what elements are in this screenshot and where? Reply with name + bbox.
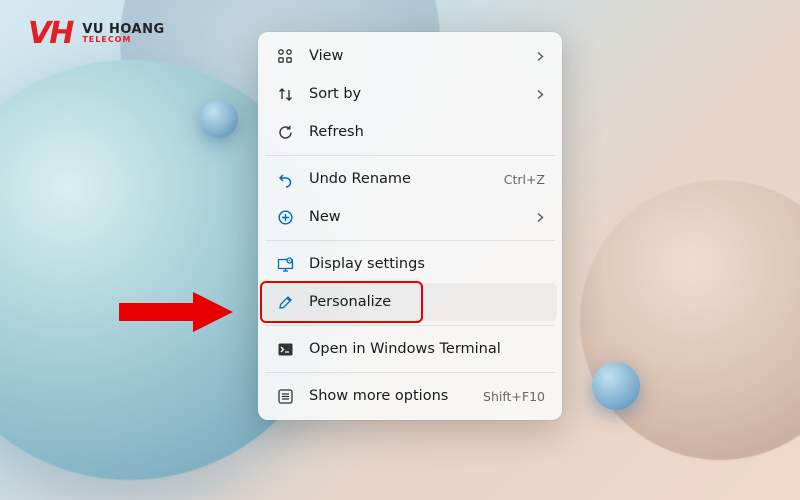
menu-label: Personalize bbox=[309, 294, 545, 310]
menu-label: New bbox=[309, 209, 528, 225]
wallpaper-shape bbox=[580, 180, 800, 460]
menu-label: Refresh bbox=[309, 124, 545, 140]
menu-label: Undo Rename bbox=[309, 171, 504, 187]
grid-icon bbox=[275, 46, 295, 66]
menu-shortcut: Ctrl+Z bbox=[504, 172, 545, 187]
new-icon bbox=[275, 207, 295, 227]
sort-icon bbox=[275, 84, 295, 104]
menu-item-new[interactable]: New bbox=[263, 198, 557, 236]
menu-divider bbox=[265, 240, 555, 241]
menu-label: Sort by bbox=[309, 86, 528, 102]
menu-item-view[interactable]: View bbox=[263, 37, 557, 75]
undo-icon bbox=[275, 169, 295, 189]
personalize-icon bbox=[275, 292, 295, 312]
wallpaper-sphere bbox=[592, 362, 640, 410]
refresh-icon bbox=[275, 122, 295, 142]
menu-divider bbox=[265, 372, 555, 373]
menu-divider bbox=[265, 155, 555, 156]
menu-label: Show more options bbox=[309, 388, 483, 404]
more-options-icon bbox=[275, 386, 295, 406]
menu-item-open-terminal[interactable]: Open in Windows Terminal bbox=[263, 330, 557, 368]
logo-mark: VH bbox=[28, 16, 72, 51]
desktop-wallpaper[interactable]: VH VU HOANG TELECOM View bbox=[0, 0, 800, 500]
display-settings-icon bbox=[275, 254, 295, 274]
menu-item-display-settings[interactable]: Display settings bbox=[263, 245, 557, 283]
terminal-icon bbox=[275, 339, 295, 359]
wallpaper-sphere bbox=[200, 100, 238, 138]
menu-label: Open in Windows Terminal bbox=[309, 341, 545, 357]
brand-logo: VH VU HOANG TELECOM bbox=[28, 16, 165, 51]
menu-item-sort-by[interactable]: Sort by bbox=[263, 75, 557, 113]
menu-label: Display settings bbox=[309, 256, 545, 272]
menu-item-show-more[interactable]: Show more options Shift+F10 bbox=[263, 377, 557, 415]
menu-divider bbox=[265, 325, 555, 326]
menu-label: View bbox=[309, 48, 528, 64]
chevron-right-icon bbox=[536, 51, 545, 62]
annotation-arrow bbox=[115, 288, 235, 336]
chevron-right-icon bbox=[536, 212, 545, 223]
logo-sub: TELECOM bbox=[82, 36, 164, 44]
desktop-context-menu: View Sort by bbox=[258, 32, 562, 420]
chevron-right-icon bbox=[536, 89, 545, 100]
menu-item-personalize[interactable]: Personalize bbox=[263, 283, 557, 321]
menu-item-undo[interactable]: Undo Rename Ctrl+Z bbox=[263, 160, 557, 198]
menu-shortcut: Shift+F10 bbox=[483, 389, 545, 404]
menu-item-refresh[interactable]: Refresh bbox=[263, 113, 557, 151]
